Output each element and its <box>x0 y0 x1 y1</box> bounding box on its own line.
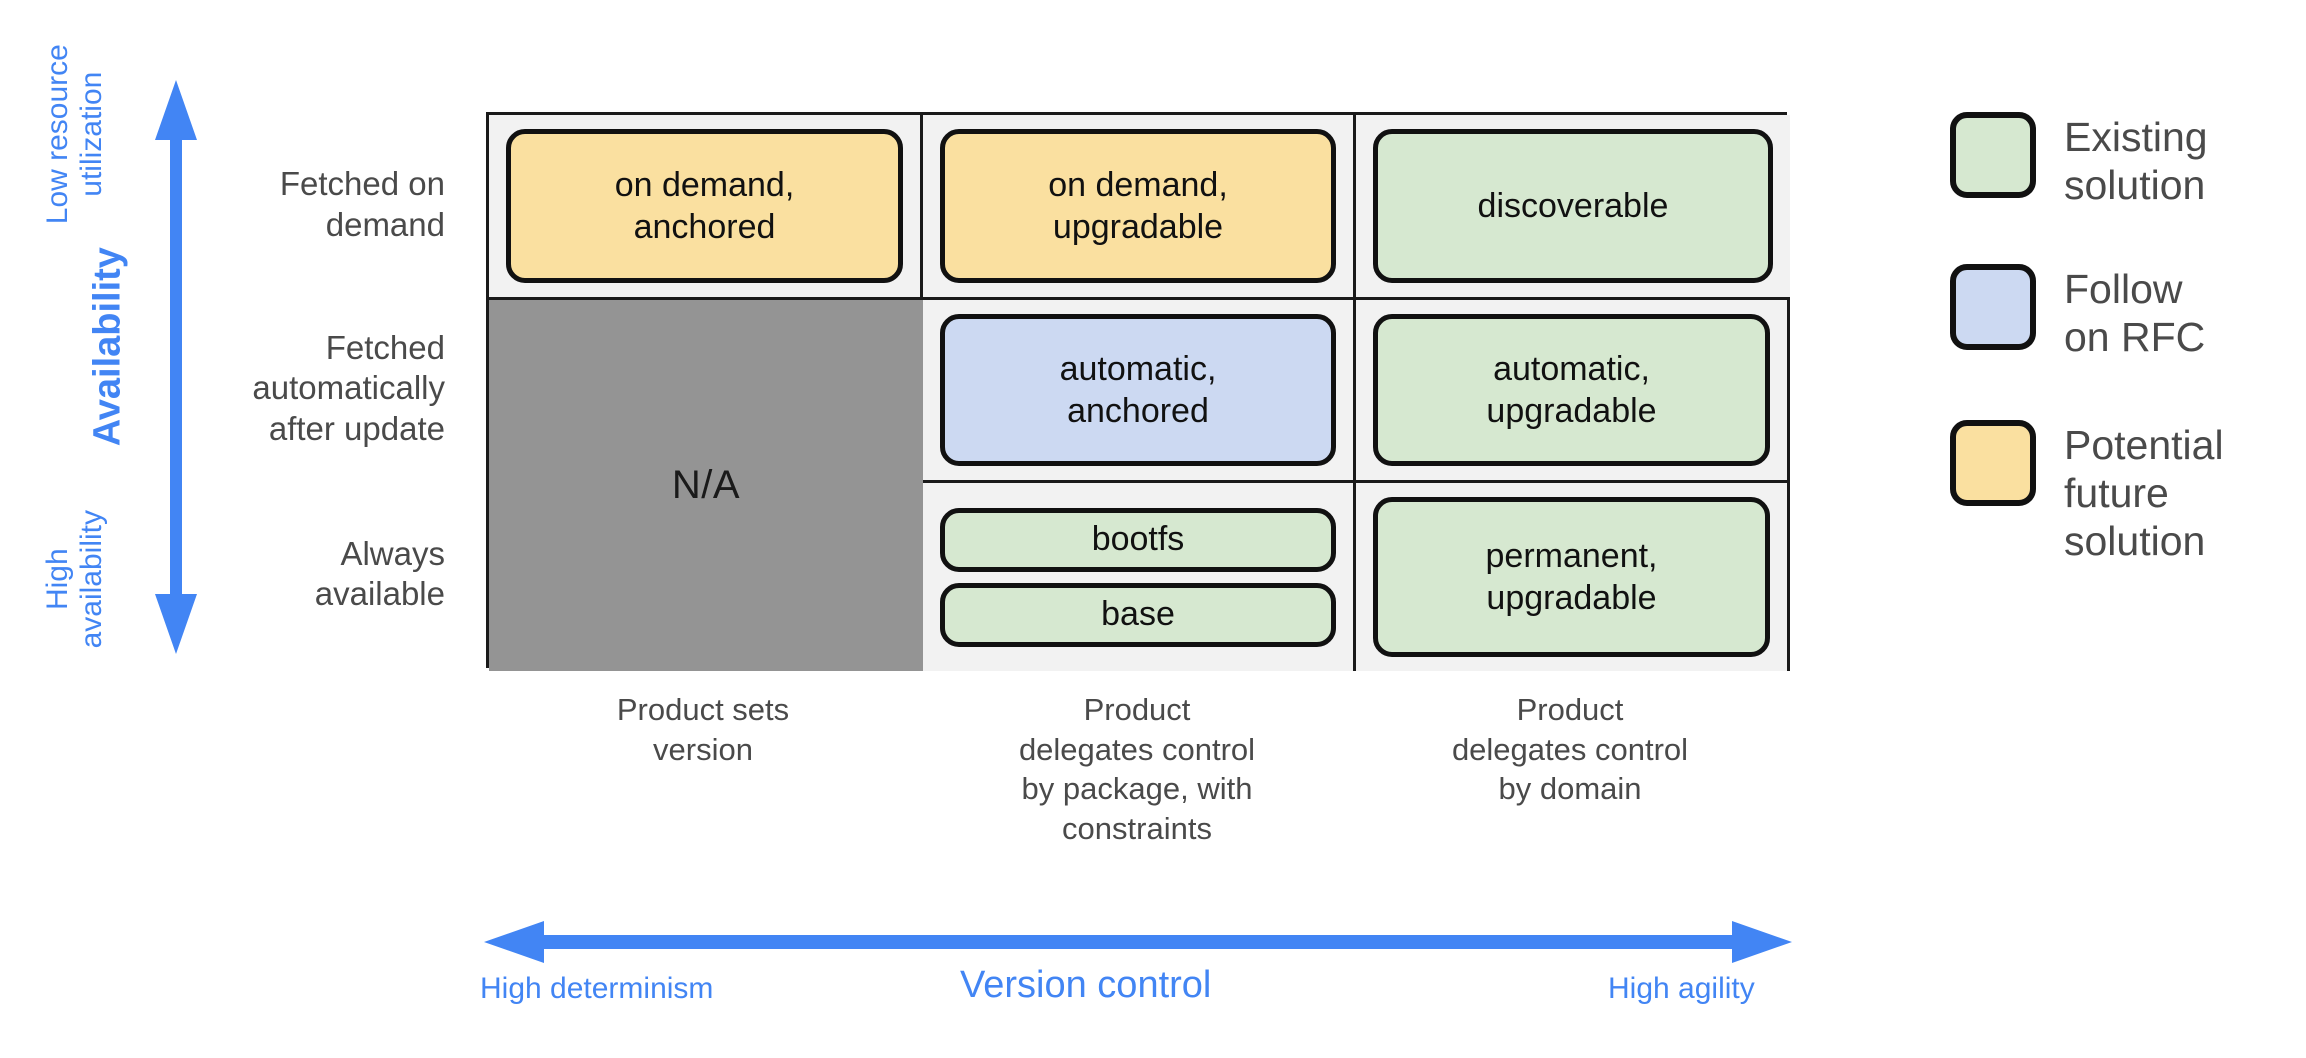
legend-swatch-yellow-icon <box>1950 419 2036 506</box>
matrix-cell-r0c2[interactable]: discoverable <box>1356 115 1790 300</box>
legend-item-follow-on-rfc: Follow on RFC <box>1950 263 2290 362</box>
column-label-delegates-by-package: Product delegates control by package, with… <box>1018 692 1256 847</box>
y-axis-bottom-label: High availability <box>40 509 108 649</box>
na-label: N/A <box>671 463 741 507</box>
legend-label-existing-solution: Existing solution <box>2064 114 2208 208</box>
column-label-product-sets-version: Product sets version <box>616 692 790 767</box>
matrix-box-on-demand-anchored[interactable]: on demand, anchored <box>506 129 903 283</box>
matrix-cell-r1c2-na: N/A <box>489 300 923 671</box>
x-axis-right-label: High agility <box>1608 972 1755 1005</box>
matrix-grid: on demand, anchored on demand, upgradable … <box>486 112 1790 671</box>
matrix-cell-r1c1[interactable]: automatic, upgradable <box>1356 300 1790 483</box>
matrix-box-bootfs[interactable]: bootfs <box>940 507 1336 572</box>
legend: Existing solution Follow on RFC Potential f… <box>1950 112 2290 610</box>
diagram-canvas: Low resource utilization Availability Hig… <box>0 0 2306 1058</box>
matrix-box-discoverable[interactable]: discoverable <box>1373 129 1773 283</box>
x-axis-left-label: High determinism <box>480 972 714 1005</box>
matrix-cell-r1c0[interactable]: automatic, anchored <box>923 300 1356 483</box>
row-label-always-available: Always available <box>314 534 445 612</box>
legend-label-follow-on-rfc: Follow on RFC <box>2064 265 2206 360</box>
matrix-box-automatic-upgradable[interactable]: automatic, upgradable <box>1373 314 1770 466</box>
legend-item-existing-solution: Existing solution <box>1950 112 2290 210</box>
legend-item-potential-future-solution: Potential future solution <box>1950 419 2290 566</box>
legend-swatch-green-icon <box>1950 112 2036 198</box>
matrix-box-on-demand-upgradable[interactable]: on demand, upgradable <box>940 129 1336 283</box>
y-axis-top-label: Low resource utilization <box>40 44 108 225</box>
matrix-cell-r2c1[interactable]: permanent, upgradable <box>1356 483 1790 671</box>
horizontal-axis-arrow-icon <box>478 916 1798 968</box>
matrix-box-base[interactable]: base <box>940 582 1336 647</box>
legend-label-potential-future-solution: Potential future solution <box>2064 421 2224 564</box>
matrix-cell-r2c0[interactable]: bootfs base <box>923 483 1356 671</box>
row-label-fetched-automatically: Fetched automatically after update <box>252 329 445 447</box>
matrix-box-automatic-anchored[interactable]: automatic, anchored <box>940 314 1336 466</box>
matrix-cell-r0c0[interactable]: on demand, anchored <box>489 115 923 300</box>
x-axis-title: Version control <box>960 964 1212 1006</box>
y-axis-title: Availability <box>86 247 129 447</box>
column-label-delegates-by-domain: Product delegates control by domain <box>1451 692 1689 807</box>
row-label-fetched-on-demand: Fetched on demand <box>279 165 445 243</box>
matrix-cell-r0c1[interactable]: on demand, upgradable <box>923 115 1356 300</box>
matrix-box-permanent-upgradable[interactable]: permanent, upgradable <box>1373 497 1770 657</box>
legend-swatch-blue-icon <box>1950 263 2036 350</box>
